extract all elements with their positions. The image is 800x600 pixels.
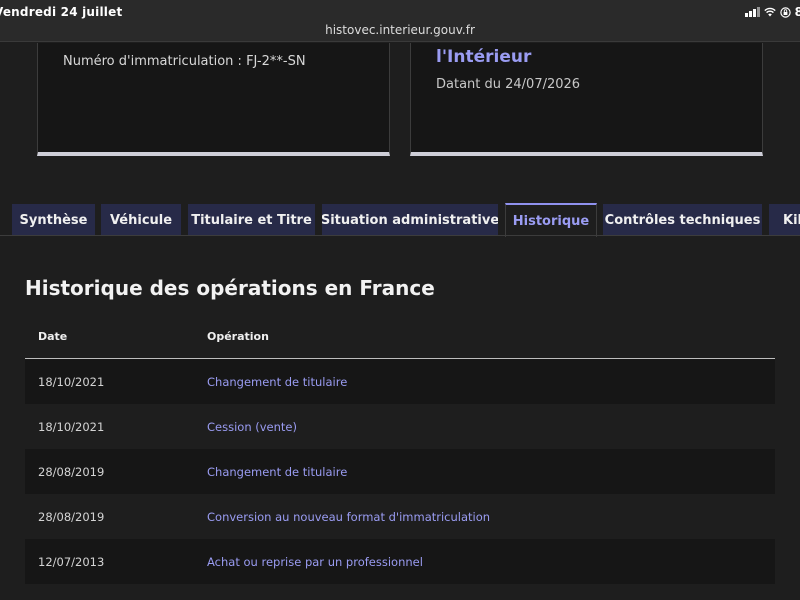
table-row: 28/08/2019 Changement de titulaire: [25, 449, 775, 494]
table-body: 18/10/2021 Changement de titulaire 18/10…: [25, 359, 775, 584]
section-title: Historique des opérations en France: [25, 276, 435, 300]
wifi-icon: [763, 7, 776, 17]
ministry-title: l'Intérieur: [436, 47, 532, 67]
row-date: 28/08/2019: [38, 510, 105, 524]
status-date: Vendredi 24 juillet: [0, 5, 123, 19]
tab-controles-techniques[interactable]: Contrôles techniques: [603, 204, 762, 236]
tab-titulaire-et-titre[interactable]: Titulaire et Titre: [188, 204, 315, 236]
table-row: 12/07/2013 Achat ou reprise par un profe…: [25, 539, 775, 584]
page-content: Numéro d'immatriculation : FJ-2**-SN l'I…: [0, 43, 800, 600]
row-operation-link[interactable]: Changement de titulaire: [207, 465, 347, 479]
row-operation-link[interactable]: Achat ou reprise par un professionnel: [207, 555, 423, 569]
table-header: Date Opération: [25, 313, 775, 359]
tab-synthese[interactable]: Synthèse: [12, 204, 95, 236]
tab-bar: Synthèse Véhicule Titulaire et Titre Sit…: [0, 203, 800, 237]
table-row: 18/10/2021 Changement de titulaire: [25, 359, 775, 404]
row-date: 18/10/2021: [38, 420, 105, 434]
row-operation-link[interactable]: Conversion au nouveau format d'immatricu…: [207, 510, 490, 524]
signal-icon: [744, 7, 760, 17]
table-row: 18/10/2021 Cession (vente): [25, 404, 775, 449]
status-icons: 8: [744, 5, 800, 19]
row-date: 28/08/2019: [38, 465, 105, 479]
row-date: 12/07/2013: [38, 555, 105, 569]
header-date: Date: [38, 330, 68, 343]
table-row: 28/08/2019 Conversion au nouveau format …: [25, 494, 775, 539]
status-bar: Vendredi 24 juillet 8: [0, 0, 800, 22]
tab-vehicule[interactable]: Véhicule: [101, 204, 181, 236]
header-operation: Opération: [207, 330, 269, 343]
operations-table: Date Opération 18/10/2021 Changement de …: [25, 313, 775, 584]
row-operation-link[interactable]: Cession (vente): [207, 420, 297, 434]
tab-historique[interactable]: Historique: [505, 203, 597, 237]
vehicle-card: Numéro d'immatriculation : FJ-2**-SN: [37, 43, 390, 156]
report-date: Datant du 24/07/2026: [436, 77, 581, 92]
row-operation-link[interactable]: Changement de titulaire: [207, 375, 347, 389]
tab-kilometrage[interactable]: Kilo: [769, 204, 800, 236]
rotation-lock-icon: [779, 6, 791, 18]
url-text[interactable]: histovec.interieur.gouv.fr: [325, 23, 475, 37]
battery-level: 8: [794, 5, 800, 19]
ministry-card: l'Intérieur Datant du 24/07/2026: [410, 43, 763, 156]
tab-situation-administrative[interactable]: Situation administrative: [322, 204, 498, 236]
tab-divider: [0, 235, 800, 236]
url-bar[interactable]: histovec.interieur.gouv.fr: [0, 22, 800, 42]
registration-number: Numéro d'immatriculation : FJ-2**-SN: [63, 54, 306, 69]
row-date: 18/10/2021: [38, 375, 105, 389]
